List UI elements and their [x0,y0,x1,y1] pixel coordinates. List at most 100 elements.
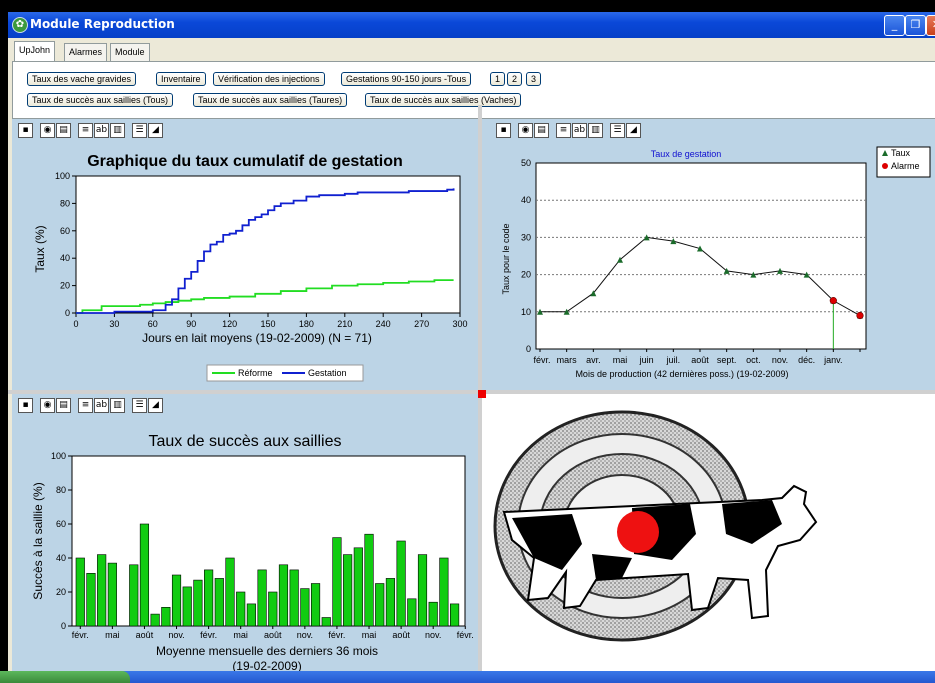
close-button[interactable]: ✕ [926,15,935,36]
bar [225,557,235,627]
legend-label-gestation: Gestation [308,368,347,378]
horizontal-splitter[interactable] [8,390,935,394]
x-tick-label: 180 [299,319,314,329]
plot-area [75,175,461,314]
bar [107,562,117,627]
bar [86,573,96,627]
bar [321,617,331,627]
minimize-button[interactable]: _ [884,15,905,36]
btn-page-2[interactable]: 2 [507,72,523,86]
x-tick-label: juil. [666,355,681,365]
btn-verification-injections[interactable]: Vérification des injections [213,72,325,86]
bar [375,583,385,627]
x-tick-label: 150 [260,319,275,329]
x-axis-label: Jours en lait moyens (19-02-2009) (N = 7… [142,331,372,345]
target-bullseye [617,511,659,553]
btn-inventaire[interactable]: Inventaire [156,72,206,86]
btn-taux-vaches-gravides[interactable]: Taux des vache gravides [27,72,137,86]
x-tick-label: févr. [328,630,345,640]
x-tick-label: 300 [452,319,467,329]
y-tick-label: 100 [51,451,66,461]
btn-page-3[interactable]: 3 [526,72,542,86]
bar [332,537,342,627]
bar [396,540,406,627]
title-bar[interactable]: ✿ Module Reproduction _ ❐ ✕ [8,12,935,38]
y-axis-label: Taux (%) [33,225,47,272]
x-tick-label: févr. [200,630,217,640]
bar [257,569,267,627]
x-tick-label: août [136,630,154,640]
bar [310,583,321,627]
y-tick-label: 100 [55,171,70,181]
bar [343,554,353,627]
chart-title: Taux de gestation [651,149,722,159]
bar [75,557,85,627]
taskbar [0,671,935,683]
bar [417,554,428,627]
pane-logo [482,394,935,671]
x-tick-label: 240 [376,319,391,329]
x-tick-label: mai [613,355,628,365]
succes-saillies-chart: Taux de succès aux saillies Succès à la … [31,433,474,671]
legend-label-alarme: Alarme [891,161,920,171]
chart-title: Taux de succès aux saillies [149,433,342,450]
y-tick-label: 10 [521,307,531,317]
x-tick-label: févr. [72,630,89,640]
tab-alarmes[interactable]: Alarmes [64,43,108,61]
y-tick-label: 20 [56,587,66,597]
y-tick-label: 80 [60,198,70,208]
x-tick-label: déc. [798,355,815,365]
bar [450,603,460,627]
x-tick-label: août [691,355,709,365]
btn-succes-saillies-taures[interactable]: Taux de succès aux saillies (Taures) [193,93,348,107]
bar [407,598,417,627]
tab-upjohn[interactable]: UpJohn [14,41,56,62]
y-tick-label: 60 [56,519,66,529]
bar [204,569,214,627]
x-tick-label: févr. [533,355,550,365]
btn-succes-saillies-vaches[interactable]: Taux de succès aux saillies (Vaches) [365,93,522,107]
bar [246,603,256,627]
tab-module-repro[interactable]: Module Repro [110,43,150,74]
btn-succes-saillies-tous[interactable]: Taux de succès aux saillies (Tous) [27,93,174,107]
bar [182,586,192,627]
splitter-handle[interactable] [478,390,486,398]
legend-label-reforme: Réforme [238,368,273,378]
y-tick-label: 0 [65,308,70,318]
x-tick-label: nov. [425,630,441,640]
x-tick-label: 270 [414,319,429,329]
btn-page-1[interactable]: 1 [490,72,506,86]
bar [385,578,395,627]
x-tick-label: févr. [457,630,474,640]
y-tick-label: 80 [56,485,66,495]
tab-panel: Taux des vache gravides Inventaire Vérif… [12,61,935,119]
bar [171,574,182,627]
start-button[interactable] [0,671,130,683]
cow-target-logo [493,410,818,642]
pane-succes-saillies: ▪ ◉ ▤ ≡ ab ▥ ☰ ◢ Taux de succès aux sail… [12,394,478,671]
y-tick-label: 40 [56,553,66,563]
bar [268,591,278,627]
bar [150,613,160,627]
y-axis-label: Succès à la saillie (%) [31,482,45,599]
bar [236,591,246,627]
legend-marker-alarme [882,163,888,169]
app-icon: ✿ [12,17,28,33]
x-tick-label: 210 [337,319,352,329]
x-tick-label: oct. [746,355,761,365]
x-tick-label: 60 [148,319,158,329]
y-tick-label: 0 [61,621,66,631]
plot-area [535,162,867,350]
x-tick-label: août [392,630,410,640]
taux-gestation-chart: Taux de gestation Taux pour le code Mois… [501,146,931,379]
legend-label-taux: Taux [891,148,911,158]
x-tick-label: nov. [297,630,313,640]
y-tick-label: 30 [521,232,531,242]
btn-gestations-90-150[interactable]: Gestations 90-150 jours -Tous [341,72,472,86]
y-axis-label: Taux pour le code [501,223,511,294]
bar [129,564,139,627]
bar [353,547,363,627]
bar [139,523,150,627]
maximize-button[interactable]: ❐ [905,15,926,36]
x-tick-label: 0 [73,319,78,329]
